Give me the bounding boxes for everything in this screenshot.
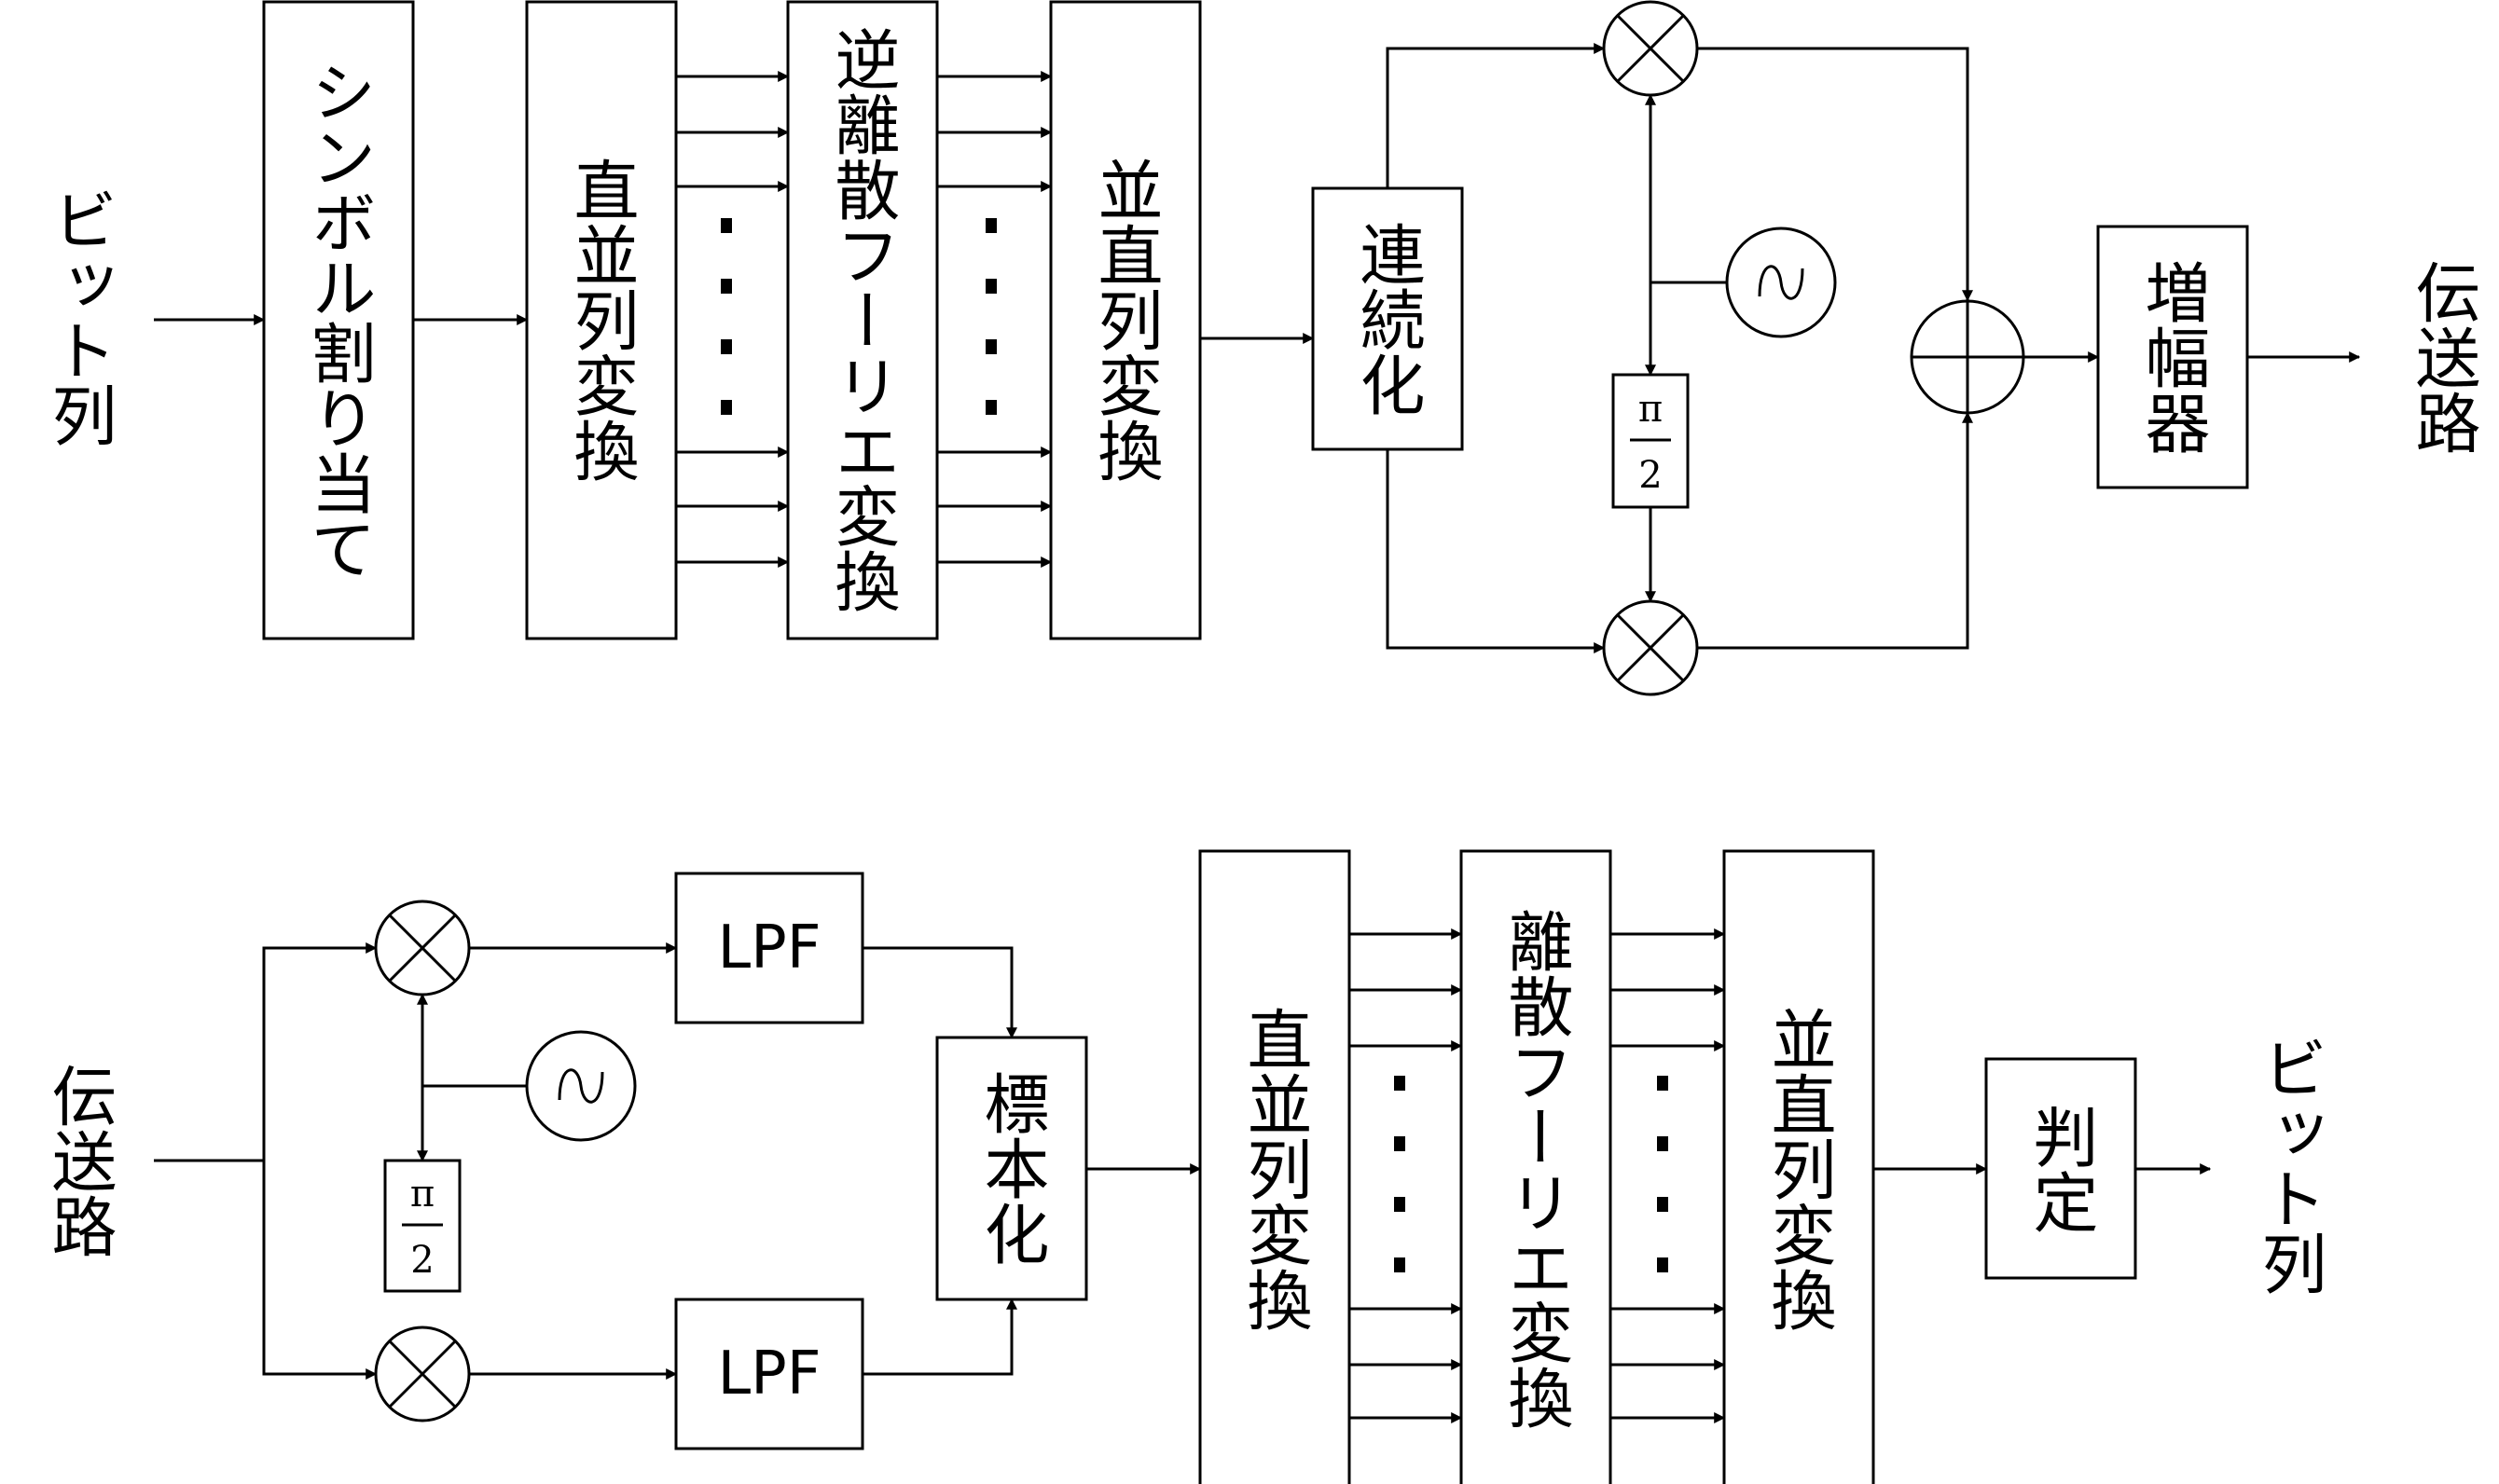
- rx-output-label: ビット列: [2251, 1035, 2327, 1296]
- sampling-label: 標本化: [973, 1070, 1050, 1266]
- tx-phase-shift-numerator: π: [1638, 388, 1663, 431]
- rx-phase-shift-numerator: π: [410, 1173, 435, 1216]
- symbol-mapping-label: シンボル割り当て: [300, 59, 377, 581]
- rx-lpf-upper-to-sampling: [863, 946, 1017, 1039]
- dft-label: 離散フーリエ変換: [1498, 908, 1574, 1430]
- rx-lpf-lower-to-sampling: [863, 1298, 1017, 1376]
- rx-input-label: 伝送路: [41, 1063, 117, 1258]
- rx-parallel-arrows-2: [1610, 928, 1726, 1423]
- tx-i-branch: [1386, 43, 1606, 188]
- tx-sp-conversion-label: 直並列変換: [563, 157, 640, 483]
- amplifier-label: 増幅器: [2134, 259, 2211, 455]
- receiver-section: 伝送路 π 2 LPF LPF 標本化 直並列変換 離散フーリエ変換 並直列変換…: [41, 849, 2327, 1484]
- rx-ps-conversion-label: 並直列変換: [1760, 1006, 1837, 1332]
- tx-lower-to-adder: [1697, 411, 1973, 650]
- ofdm-block-diagram: ビット列 シンボル割り当て 直並列変換 逆離散フーリエ変換 並直列変換 連続化 …: [41, 0, 2481, 1484]
- tx-adder: [1910, 299, 2025, 415]
- transmitter-section: ビット列 シンボル割り当て 直並列変換 逆離散フーリエ変換 並直列変換 連続化 …: [41, 0, 2481, 696]
- tx-oscillator-icon: [1725, 227, 1837, 338]
- rx-parallel-arrows-1: [1349, 928, 1463, 1423]
- tx-mixer-upper: [1602, 0, 1699, 97]
- rx-phase-shift-denominator: 2: [410, 1239, 434, 1282]
- rx-lpf-upper-label: LPF: [717, 914, 821, 982]
- tx-ps-conversion-label: 並直列変換: [1087, 157, 1164, 483]
- tx-output-label: 伝送路: [2405, 259, 2481, 455]
- rx-i-branch: [262, 942, 378, 1161]
- tx-input-label: ビット列: [41, 186, 117, 447]
- rx-sp-conversion-label: 直並列変換: [1236, 1006, 1313, 1332]
- tx-phase-shift-denominator: 2: [1638, 454, 1662, 497]
- tx-mixer-lower: [1602, 599, 1699, 696]
- tx-parallel-arrows-2: [937, 71, 1053, 568]
- serialize-label: 連続化: [1349, 221, 1426, 417]
- tx-parallel-arrows-1: [676, 71, 790, 568]
- rx-lpf-lower-label: LPF: [717, 1340, 821, 1408]
- rx-oscillator-icon: [525, 1030, 637, 1142]
- idft-label: 逆離散フーリエ変換: [824, 26, 901, 613]
- rx-q-branch: [262, 1161, 378, 1380]
- rx-mixer-upper: [374, 900, 471, 996]
- tx-q-branch: [1386, 449, 1606, 653]
- decision-label: 判定: [2023, 1104, 2099, 1234]
- rx-mixer-lower: [374, 1326, 471, 1422]
